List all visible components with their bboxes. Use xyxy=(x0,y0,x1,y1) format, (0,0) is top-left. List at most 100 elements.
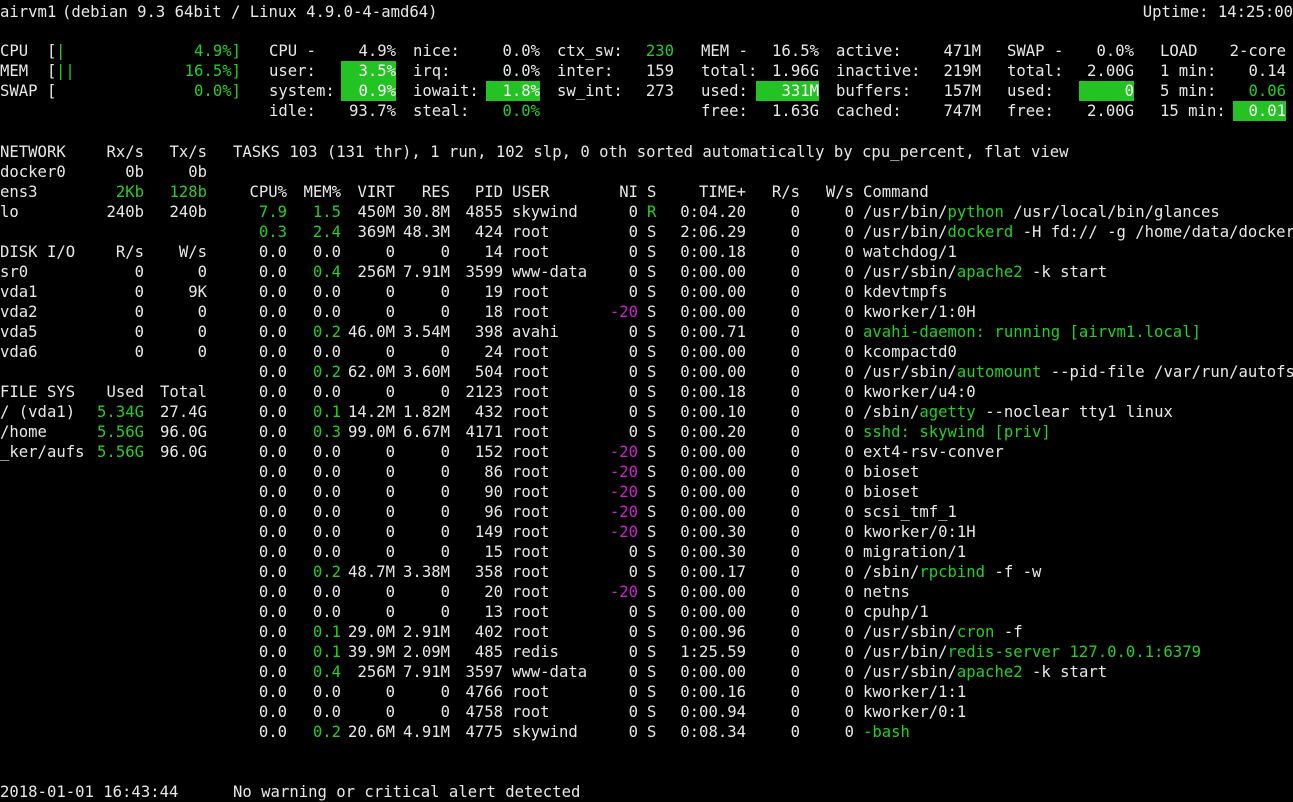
process-s: S xyxy=(647,263,657,281)
process-user: root xyxy=(512,423,550,441)
cpu-stat-value: 0.0% xyxy=(502,102,540,120)
process-s: S xyxy=(647,243,657,261)
process-pid: 485 xyxy=(474,643,503,661)
process-s: S xyxy=(647,503,657,521)
process-command: bioset xyxy=(863,483,920,501)
fs-total: 96.0G xyxy=(160,443,207,461)
os-info: (debian 9.3 64bit / Linux 4.9.0-4-amd64) xyxy=(62,3,438,21)
swap-stat-label: free: xyxy=(1007,102,1054,120)
process-command: /usr/sbin/apache2 -k start xyxy=(863,263,1108,281)
process-ni: -20 xyxy=(609,303,638,321)
process-w: 0 xyxy=(844,503,854,521)
mem-stat-label: total: xyxy=(701,62,758,80)
column-header[interactable]: Command xyxy=(863,182,929,202)
fs-total: 27.4G xyxy=(160,403,207,421)
process-w: 0 xyxy=(844,563,854,581)
load-stat-value: 0.01 xyxy=(1233,101,1286,121)
mem-stat-label: buffers: xyxy=(836,82,912,100)
process-ni: 0 xyxy=(628,343,638,361)
process-user: root xyxy=(512,403,550,421)
process-command: watchdog/1 xyxy=(863,243,957,261)
mem-stat-value: 331M xyxy=(756,81,819,101)
process-s: S xyxy=(647,543,657,561)
fs-total: 96.0G xyxy=(160,423,207,441)
process-user: root xyxy=(512,363,550,381)
process-user: root xyxy=(512,243,550,261)
load-cores: 2-core xyxy=(1229,42,1286,60)
process-command: kworker/1:0H xyxy=(863,303,976,321)
fs-total-header: Total xyxy=(160,383,207,401)
disk-read: 0 xyxy=(134,343,144,361)
cpu-stat-label: inter: xyxy=(557,62,614,80)
process-command: ext4-rsv-conver xyxy=(863,443,1004,461)
process-pid: 4171 xyxy=(465,423,503,441)
process-ni: 0 xyxy=(628,423,638,441)
disk-write: 0 xyxy=(197,303,207,321)
mem-stat-label: used: xyxy=(701,82,748,100)
process-pid: 4775 xyxy=(465,723,503,741)
mem-stat-label: free: xyxy=(701,102,748,120)
process-s: S xyxy=(647,363,657,381)
process-pid: 24 xyxy=(484,343,503,361)
footer-alert: No warning or critical alert detected xyxy=(233,783,581,801)
disk-device: sr0 xyxy=(0,263,29,281)
process-s: S xyxy=(647,383,657,401)
process-command: kworker/1:1 xyxy=(863,683,967,701)
column-header[interactable]: NI xyxy=(558,182,638,202)
process-ni: 0 xyxy=(628,323,638,341)
process-pid: 398 xyxy=(474,323,503,341)
process-user: root xyxy=(512,603,550,621)
process-w: 0 xyxy=(844,723,854,741)
process-command: -bash xyxy=(863,723,910,741)
process-user: root xyxy=(512,623,550,641)
process-w: 0 xyxy=(844,343,854,361)
column-header[interactable]: USER xyxy=(512,182,550,202)
cpu-stat-label: iowait: xyxy=(413,82,479,100)
process-user: avahi xyxy=(512,323,559,341)
process-pid: 4855 xyxy=(465,203,503,221)
column-header[interactable]: S xyxy=(647,182,656,202)
fs-used: 5.34G xyxy=(97,403,144,421)
cpu-stat-value: 230 xyxy=(645,42,674,60)
process-ni: 0 xyxy=(628,703,638,721)
process-w: 0 xyxy=(844,583,854,601)
cpu-stat-label: sw_int: xyxy=(557,82,623,100)
process-pid: 15 xyxy=(484,543,503,561)
process-s: S xyxy=(647,683,657,701)
process-user: root xyxy=(512,503,550,521)
process-command: /usr/bin/python /usr/local/bin/glances xyxy=(863,203,1220,221)
process-user: root xyxy=(512,343,550,361)
process-user: root xyxy=(512,683,550,701)
process-ni: 0 xyxy=(628,403,638,421)
process-pid: 4758 xyxy=(465,703,503,721)
process-ni: 0 xyxy=(628,663,638,681)
cpu-stat-label: user: xyxy=(269,62,316,80)
process-ni: 0 xyxy=(628,363,638,381)
process-s: S xyxy=(647,443,657,461)
swap-title: SWAP - xyxy=(1007,42,1064,60)
disk-device: vda2 xyxy=(0,303,38,321)
mem-stat-label: inactive: xyxy=(836,62,921,80)
column-header[interactable]: W/s xyxy=(774,182,854,202)
network-rx: 0b xyxy=(125,163,144,181)
process-s: S xyxy=(647,623,657,641)
process-w: 0 xyxy=(844,703,854,721)
process-pid: 14 xyxy=(484,243,503,261)
disk-write: 0 xyxy=(197,263,207,281)
process-s: S xyxy=(647,403,657,421)
process-s: S xyxy=(647,343,657,361)
disk-read: 0 xyxy=(134,283,144,301)
cpu-stat-value: 0.9% xyxy=(341,81,396,101)
process-user: root xyxy=(512,703,550,721)
process-user: root xyxy=(512,443,550,461)
fs-mount: /home xyxy=(0,423,47,441)
process-user: root xyxy=(512,283,550,301)
process-command: /usr/sbin/apache2 -k start xyxy=(863,663,1108,681)
column-header[interactable]: PID xyxy=(423,182,503,202)
process-s: S xyxy=(647,423,657,441)
process-w: 0 xyxy=(844,323,854,341)
footer-datetime: 2018-01-01 16:43:44 xyxy=(0,783,179,801)
process-w: 0 xyxy=(844,283,854,301)
mem-stat-label: cached: xyxy=(836,102,902,120)
process-user: root xyxy=(512,583,550,601)
